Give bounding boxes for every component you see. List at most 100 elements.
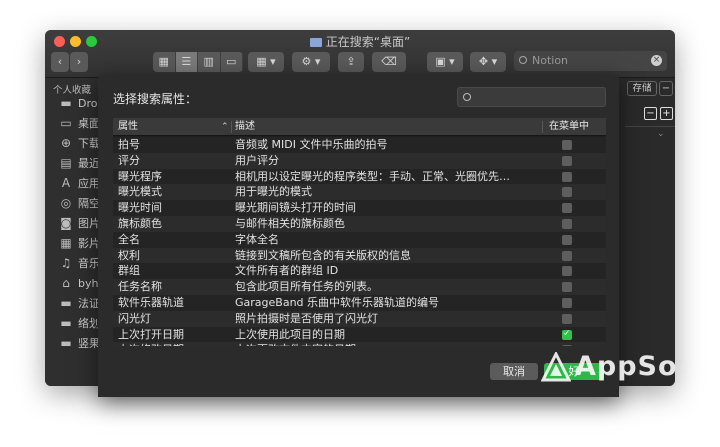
- divider: [625, 126, 675, 127]
- chevron-down-icon[interactable]: ⌄: [657, 129, 665, 139]
- in-menu-checkbox[interactable]: [562, 203, 572, 214]
- table-row[interactable]: 曝光程序 相机用以设定曝光的程序类型：手动、正常、光圈优先…: [113, 168, 606, 185]
- in-menu-checkbox[interactable]: [562, 234, 572, 245]
- column-view-button[interactable]: ▥: [198, 52, 221, 72]
- column-divider: [231, 121, 232, 133]
- chevron-left-icon: ‹: [57, 55, 63, 68]
- sidebar-item-home[interactable]: ⌂ byh: [59, 275, 98, 293]
- applications-icon: A: [61, 176, 71, 190]
- view-mode-segmented-control[interactable]: ▦ ☰ ▥ ▭: [153, 52, 243, 72]
- attribute-description: GarageBand 乐曲中软件乐器轨道的编号: [235, 295, 440, 309]
- action-button[interactable]: ⚙ ▾: [292, 52, 330, 72]
- sidebar-item-airdrop[interactable]: ◎ 隔空: [59, 195, 100, 213]
- table-row[interactable]: 任务名称 包含此项目所有任务的列表。: [113, 279, 606, 295]
- sidebar-item-folder-1[interactable]: ▬ 法证: [59, 295, 100, 313]
- table-row[interactable]: 上次修改日期 上次更改文件内容的日期: [113, 342, 606, 346]
- attribute-search-input[interactable]: [457, 87, 606, 107]
- table-row[interactable]: 评分 用户评分: [113, 152, 606, 169]
- attribute-name: 曝光时间: [118, 201, 162, 215]
- sidebar-item-music[interactable]: ♫ 音乐: [59, 255, 100, 273]
- table-row[interactable]: 曝光模式 用于曝光的模式: [113, 184, 606, 201]
- in-menu-checkbox[interactable]: [562, 187, 572, 198]
- folder-icon: ▬: [60, 96, 72, 110]
- attribute-name: 旗标颜色: [118, 216, 162, 230]
- remove-search-button[interactable]: −: [659, 81, 673, 96]
- dropbox-icon: ✥ ▾: [478, 55, 498, 68]
- column-header-description[interactable]: 描述: [235, 118, 255, 136]
- column-divider: [542, 121, 543, 133]
- sidebar-item-movies[interactable]: ▦ 影片: [59, 235, 100, 253]
- in-menu-checkbox[interactable]: [562, 297, 572, 308]
- search-input[interactable]: Notion ×: [514, 51, 667, 71]
- list-view-button[interactable]: ☰: [175, 52, 198, 72]
- attribute-name: 全名: [118, 232, 140, 246]
- sidebar-item-label: 隔空: [78, 197, 100, 210]
- group-by-button[interactable]: ▦ ▾: [248, 52, 284, 72]
- sidebar-item-downloads[interactable]: ⊕ 下载: [59, 135, 100, 153]
- in-menu-checkbox[interactable]: [562, 155, 572, 166]
- table-row[interactable]: 群组 文件所有者的群组 ID: [113, 263, 606, 280]
- column-header-in-menu[interactable]: 在菜单中: [549, 118, 589, 136]
- in-menu-checkbox[interactable]: [562, 140, 572, 150]
- attribute-name: 任务名称: [118, 280, 162, 294]
- in-menu-checkbox[interactable]: [562, 218, 572, 229]
- dropbox-button[interactable]: ✥ ▾: [470, 52, 506, 72]
- sidebar-item-label: 桌面: [78, 117, 100, 130]
- sidebar-item-label: byh: [78, 277, 99, 290]
- remove-criterion-button[interactable]: −: [644, 107, 657, 120]
- sidebar-section-favorites: 个人收藏: [53, 85, 92, 96]
- home-icon: ⌂: [62, 276, 70, 290]
- attribute-name: 上次修改日期: [118, 342, 184, 346]
- column-header-attribute[interactable]: 属性: [118, 118, 138, 136]
- sidebar-item-dropbox[interactable]: ▬ Dro: [59, 95, 97, 113]
- airdrop-icon: ◎: [60, 196, 72, 210]
- sidebar-item-folder-2[interactable]: ▬ 络划: [59, 315, 100, 333]
- in-menu-checkbox[interactable]: [562, 327, 572, 341]
- forward-button[interactable]: ›: [70, 52, 88, 72]
- table-row[interactable]: 拍号 音频或 MIDI 文件中乐曲的拍号: [113, 137, 606, 153]
- sidebar-item-label: 下载: [78, 137, 100, 150]
- table-row[interactable]: 闪光灯 照片拍摄时是否使用了闪光灯: [113, 310, 606, 327]
- share-button[interactable]: ⇪: [338, 52, 364, 72]
- in-menu-checkbox[interactable]: [562, 250, 572, 261]
- table-row[interactable]: 旗标颜色 与邮件相关的旗标颜色: [113, 215, 606, 232]
- table-row[interactable]: 曝光时间 曝光期间镜头打开的时间: [113, 200, 606, 216]
- icon-view-button[interactable]: ▦: [153, 52, 176, 72]
- music-icon: ♫: [60, 256, 72, 270]
- add-criterion-button[interactable]: +: [660, 107, 673, 120]
- sidebar-item-recents[interactable]: ▤ 最近: [59, 155, 100, 173]
- in-menu-checkbox[interactable]: [562, 266, 572, 277]
- in-menu-checkbox[interactable]: [562, 282, 572, 293]
- in-menu-checkbox[interactable]: [562, 171, 572, 182]
- sidebar-item-applications[interactable]: A 应用: [59, 175, 100, 193]
- sidebar-item-label: 影片: [78, 237, 100, 250]
- attributes-table: 属性 ⌃ 描述 在菜单中 拍号 音频或 MIDI 文件中乐曲的拍号 评分 用户评分 曝光…: [113, 118, 606, 346]
- attribute-name: 群组: [118, 264, 140, 278]
- cancel-button[interactable]: 取消: [490, 363, 538, 380]
- table-row[interactable]: 上次打开日期 上次使用此项目的日期: [113, 326, 606, 343]
- attribute-name: 曝光模式: [118, 185, 162, 199]
- sidebar-item-desktop[interactable]: ▭ 桌面: [59, 115, 100, 133]
- attribute-description: 用于曝光的模式: [235, 185, 312, 199]
- sidebar-item-pictures[interactable]: ◙ 图片: [59, 215, 100, 233]
- sidebar-item-folder-3[interactable]: ▬ 竖果: [59, 335, 100, 353]
- chevron-right-icon: ›: [76, 55, 82, 68]
- recents-icon: ▤: [60, 156, 72, 170]
- in-menu-checkbox[interactable]: [562, 345, 572, 346]
- table-row[interactable]: 权利 链接到文稿所包含的有关版权的信息: [113, 247, 606, 264]
- gallery-view-button[interactable]: ▭: [221, 52, 243, 72]
- table-row[interactable]: 全名 字体全名: [113, 231, 606, 248]
- title-bar: 正在搜索“桌面” ‹ › ▦ ☰ ▥ ▭ ▦ ▾ ⚙ ▾ ⇪ ⌫ ▣ ▾ ✥ ▾…: [45, 30, 675, 78]
- sheet-title: 选择搜索属性：: [113, 92, 198, 106]
- tags-button[interactable]: ⌫: [372, 52, 406, 72]
- back-button[interactable]: ‹: [51, 52, 69, 72]
- watermark-text: AppSo: [575, 351, 678, 382]
- sidebar-item-label: Dro: [78, 97, 98, 110]
- sidebar-item-label: 图片: [78, 217, 100, 230]
- grid-icon: ▦ ▾: [256, 55, 276, 68]
- quicklook-button[interactable]: ▣ ▾: [427, 52, 463, 72]
- clear-search-icon[interactable]: ×: [651, 55, 662, 66]
- save-search-button[interactable]: 存储: [627, 81, 657, 96]
- in-menu-checkbox[interactable]: [562, 313, 572, 324]
- table-row[interactable]: 软件乐器轨道 GarageBand 乐曲中软件乐器轨道的编号: [113, 294, 606, 311]
